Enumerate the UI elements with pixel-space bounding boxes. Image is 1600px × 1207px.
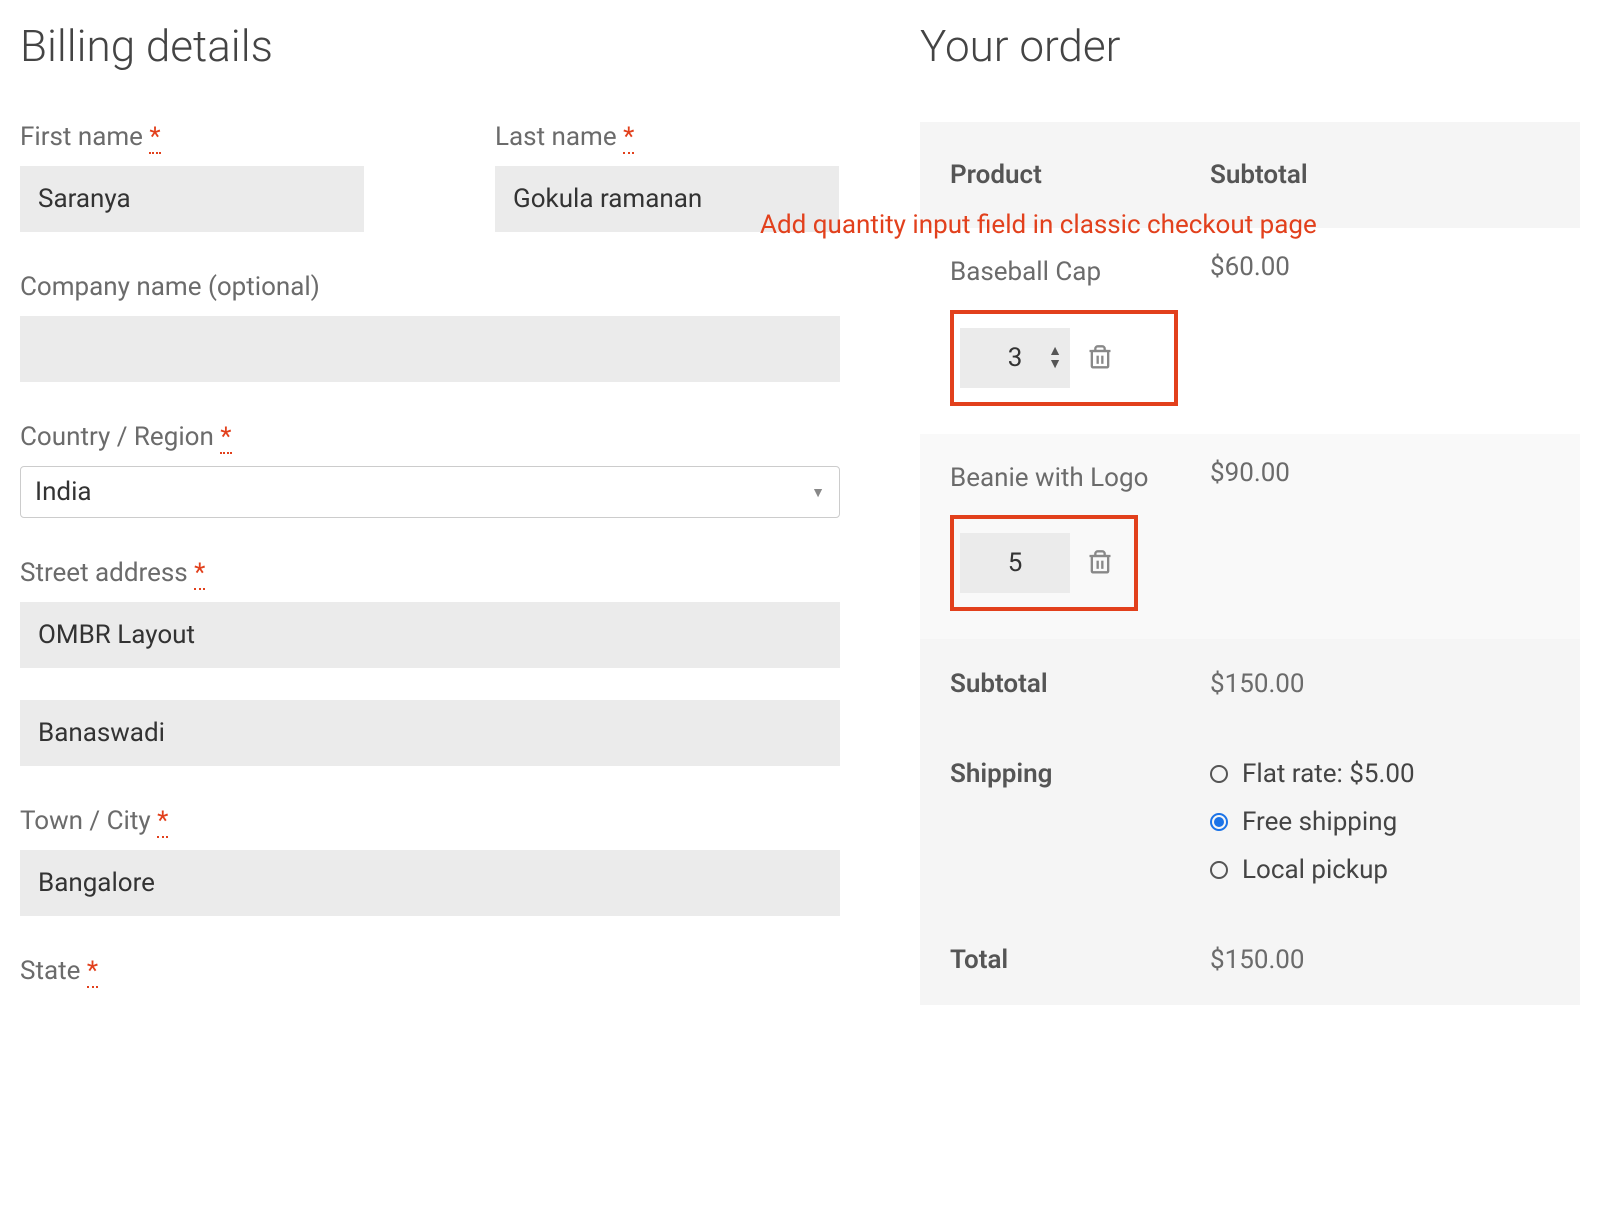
subtotal-value: $150.00 <box>1210 669 1550 699</box>
col-product-header: Product <box>950 160 1210 190</box>
shipping-row: Shipping Flat rate: $5.00 Free shipping <box>920 729 1580 915</box>
country-label: Country / Region * <box>20 422 840 452</box>
shipping-option-flat[interactable]: Flat rate: $5.00 <box>1210 759 1550 789</box>
state-label-text: State <box>20 956 80 986</box>
shipping-option-free[interactable]: Free shipping <box>1210 807 1550 837</box>
company-label: Company name (optional) <box>20 272 840 302</box>
first-name-label: First name * <box>20 122 365 152</box>
street-field-2[interactable] <box>20 700 840 766</box>
last-name-label-text: Last name <box>495 122 617 152</box>
product-name: Baseball Cap <box>950 252 1210 294</box>
quantity-stepper[interactable] <box>960 533 1070 593</box>
shipping-option-label: Local pickup <box>1242 855 1388 885</box>
country-select[interactable]: India ▼ <box>20 466 840 518</box>
radio-icon <box>1210 861 1228 879</box>
total-value: $150.00 <box>1210 945 1550 975</box>
billing-heading: Billing details <box>20 20 840 72</box>
shipping-option-label: Free shipping <box>1242 807 1397 837</box>
shipping-option-local[interactable]: Local pickup <box>1210 855 1550 885</box>
country-label-text: Country / Region <box>20 422 214 452</box>
quantity-block-highlight <box>950 515 1138 611</box>
first-name-field[interactable] <box>20 166 364 232</box>
required-asterisk: * <box>623 122 634 154</box>
subtotal-label: Subtotal <box>950 669 1210 699</box>
shipping-label: Shipping <box>950 759 1210 789</box>
order-heading: Your order <box>920 20 1580 72</box>
trash-icon[interactable] <box>1086 344 1114 372</box>
col-subtotal-header: Subtotal <box>1210 160 1550 190</box>
radio-icon <box>1210 813 1228 831</box>
order-item-row: Baseball Cap ▲▼ $60.00 <box>920 228 1580 434</box>
annotation-text: Add quantity input field in classic chec… <box>760 210 1317 240</box>
city-label: Town / City * <box>20 806 840 836</box>
product-name: Beanie with Logo <box>950 458 1210 500</box>
required-asterisk: * <box>87 956 98 988</box>
trash-icon[interactable] <box>1086 549 1114 577</box>
total-label: Total <box>950 945 1210 975</box>
street-label: Street address * <box>20 558 840 588</box>
first-name-label-text: First name <box>20 122 143 152</box>
company-field[interactable] <box>20 316 840 382</box>
last-name-label: Last name * <box>495 122 840 152</box>
item-subtotal: $60.00 <box>1210 252 1550 282</box>
required-asterisk: * <box>220 422 231 454</box>
required-asterisk: * <box>157 806 168 838</box>
quantity-block-highlight: ▲▼ <box>950 310 1178 406</box>
required-asterisk: * <box>194 558 205 590</box>
required-asterisk: * <box>149 122 160 154</box>
item-subtotal: $90.00 <box>1210 458 1550 488</box>
stepper-arrows-icon[interactable]: ▲▼ <box>1048 347 1062 368</box>
street-label-text: Street address <box>20 558 188 588</box>
chevron-down-icon: ▼ <box>811 484 825 501</box>
subtotal-row: Subtotal $150.00 <box>920 639 1580 729</box>
street-field-1[interactable] <box>20 602 840 668</box>
city-label-text: Town / City <box>20 806 151 836</box>
shipping-option-label: Flat rate: $5.00 <box>1242 759 1415 789</box>
state-label: State * <box>20 956 840 986</box>
radio-icon <box>1210 765 1228 783</box>
total-row: Total $150.00 <box>920 915 1580 1005</box>
order-item-row: Beanie with Logo $90.00 <box>920 434 1580 640</box>
country-value: India <box>35 477 92 507</box>
city-field[interactable] <box>20 850 840 916</box>
order-table: Product Subtotal Baseball Cap ▲▼ <box>920 122 1580 1005</box>
